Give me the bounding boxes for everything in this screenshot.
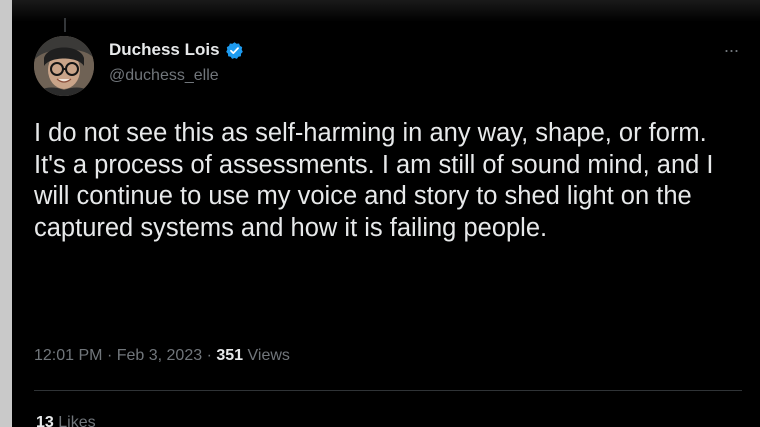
tweet-meta: 12:01 PM · Feb 3, 2023 · 351 Views <box>34 347 290 365</box>
tweet-text: I do not see this as self-harming in any… <box>34 118 744 244</box>
avatar[interactable] <box>34 36 94 96</box>
likes-count: 13 <box>36 414 54 427</box>
likes-label: Likes <box>58 414 96 427</box>
display-name[interactable]: Duchess Lois <box>109 40 220 60</box>
thread-connector-line <box>64 18 66 32</box>
profile-photo-icon <box>34 36 94 96</box>
views-label: Views <box>247 347 290 364</box>
author-handle[interactable]: @duchess_elle <box>109 67 219 85</box>
top-shade <box>12 0 760 22</box>
tweet-date[interactable]: Feb 3, 2023 <box>117 347 202 364</box>
more-options-icon[interactable]: ··· <box>719 40 743 60</box>
divider <box>34 390 742 391</box>
meta-separator: · <box>206 347 212 364</box>
tweet-paragraph-2: It's a process of assessments. I am stil… <box>34 150 714 242</box>
likes-stat[interactable]: 13 Likes <box>36 414 96 427</box>
author-name-row[interactable]: Duchess Lois <box>109 40 244 60</box>
verified-badge-icon[interactable] <box>225 41 244 60</box>
views-count: 351 <box>216 347 244 364</box>
tweet-paragraph-1: I do not see this as self-harming in any… <box>34 119 707 147</box>
window-left-edge <box>0 0 12 427</box>
meta-separator: · <box>106 347 113 364</box>
tweet-time[interactable]: 12:01 PM <box>34 347 102 364</box>
